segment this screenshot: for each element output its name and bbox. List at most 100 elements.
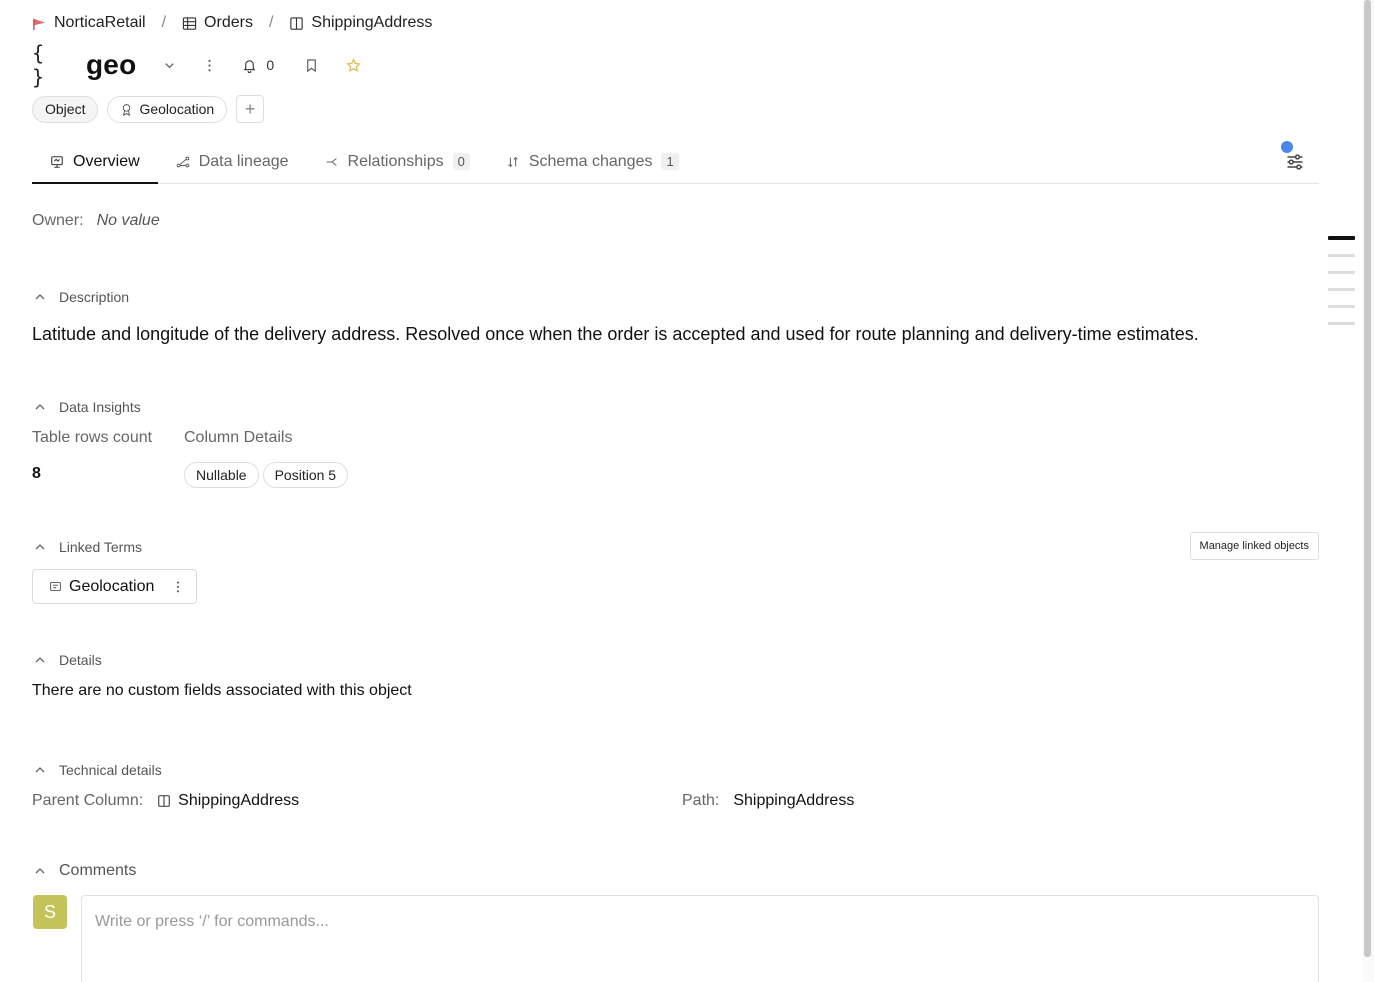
- object-type-tag[interactable]: Object: [32, 95, 99, 123]
- chevron-up-icon: [35, 767, 45, 773]
- position-pill: Position 5: [262, 462, 349, 488]
- details-section-header[interactable]: Details: [34, 652, 102, 668]
- parent-column-field: Parent Column: ShippingAddress: [32, 792, 299, 810]
- tab-label: Data lineage: [198, 152, 289, 170]
- description-section-header[interactable]: Description: [34, 289, 129, 305]
- scrollbar[interactable]: [1362, 0, 1374, 982]
- linked-term-card[interactable]: Geolocation: [32, 569, 197, 604]
- plus-icon: +: [244, 98, 256, 119]
- lineage-icon: [176, 156, 189, 167]
- description-text: Latitude and longitude of the delivery a…: [32, 324, 1199, 344]
- path-field: Path: ShippingAddress: [682, 792, 854, 810]
- section-navigator: [1328, 236, 1355, 339]
- scrollbar-thumb[interactable]: [1364, 0, 1371, 957]
- domain-tag[interactable]: Geolocation: [107, 95, 228, 123]
- breadcrumb-label: ShippingAddress: [311, 14, 433, 31]
- award-icon: [123, 103, 131, 116]
- no-custom-fields-text: There are no custom fields associated wi…: [32, 682, 412, 699]
- section-title: Comments: [59, 862, 137, 879]
- chevron-up-icon: [35, 294, 45, 300]
- tab-relationships[interactable]: Relationships 0: [307, 140, 488, 183]
- data-insights-section-header[interactable]: Data Insights: [34, 399, 141, 415]
- section-nav-item[interactable]: [1328, 305, 1355, 308]
- section-title: Details: [59, 652, 102, 668]
- section-nav-item[interactable]: [1328, 288, 1355, 291]
- section-title: Description: [59, 289, 130, 305]
- rows-count-value: 8: [32, 465, 41, 482]
- tab-schema-changes[interactable]: Schema changes 1: [488, 140, 697, 183]
- owner-label: Owner:: [32, 212, 84, 229]
- section-nav-item[interactable]: [1328, 271, 1355, 274]
- object-type-icon: { }: [32, 41, 45, 89]
- chevron-down-icon: [165, 62, 174, 68]
- parent-column-label: Parent Column:: [32, 792, 144, 809]
- chevron-up-icon: [35, 544, 45, 550]
- breadcrumb-separator: /: [161, 14, 167, 31]
- chevron-up-icon: [35, 657, 45, 663]
- parent-column-link[interactable]: ShippingAddress: [157, 792, 299, 810]
- avatar: S: [33, 895, 67, 929]
- tab-count-badge: 0: [452, 153, 470, 170]
- overview-icon: [51, 155, 63, 168]
- brand-flag-icon: [33, 18, 46, 30]
- breadcrumb-item-table[interactable]: Orders: [182, 14, 253, 32]
- bell-icon: [244, 59, 256, 73]
- breadcrumb-separator: /: [268, 14, 274, 31]
- notifications-button[interactable]: 0: [242, 51, 274, 79]
- comment-input[interactable]: Write or press ‘/’ for commands...: [81, 895, 1319, 982]
- parent-column-value: ShippingAddress: [178, 792, 300, 809]
- star-icon: [346, 57, 361, 72]
- add-tag-button[interactable]: +: [236, 95, 265, 123]
- section-title: Data Insights: [59, 399, 141, 415]
- owner-value[interactable]: No value: [97, 212, 160, 230]
- column-details-label: Column Details: [184, 429, 293, 446]
- technical-details-section-header[interactable]: Technical details: [34, 762, 162, 778]
- chevron-up-icon: [35, 404, 45, 410]
- comments-section-header[interactable]: Comments: [34, 862, 136, 880]
- owner-field: Owner: No value: [32, 212, 160, 230]
- breadcrumb-item-column[interactable]: ShippingAddress: [289, 14, 432, 32]
- chevron-up-icon: [35, 868, 45, 874]
- bookmark-icon: [306, 58, 316, 72]
- tab-count-badge: 1: [661, 153, 679, 170]
- column-icon: [158, 795, 170, 807]
- tab-label: Schema changes: [528, 152, 653, 170]
- linked-terms-section-header[interactable]: Linked Terms: [34, 539, 142, 555]
- domain-tag-label: Geolocation: [139, 101, 215, 117]
- path-label: Path:: [682, 792, 720, 809]
- glossary-term-icon: [50, 581, 61, 592]
- table-icon: [182, 16, 197, 30]
- title-row: { } geo 0: [32, 41, 362, 89]
- section-nav-item[interactable]: [1328, 322, 1355, 325]
- section-nav-item[interactable]: [1328, 254, 1355, 257]
- title-dropdown-button[interactable]: [160, 51, 178, 79]
- more-actions-button[interactable]: [200, 51, 218, 79]
- bookmark-button[interactable]: [302, 51, 320, 79]
- schema-changes-icon: [508, 156, 518, 167]
- breadcrumb-label: NorticaRetail: [54, 14, 146, 31]
- sliders-icon: [1287, 154, 1303, 170]
- section-title: Technical details: [59, 762, 162, 778]
- section-title: Linked Terms: [59, 539, 143, 555]
- linked-term-label: Geolocation: [69, 577, 155, 595]
- linked-term-menu-button[interactable]: [170, 578, 186, 596]
- tab-data-lineage[interactable]: Data lineage: [158, 140, 307, 183]
- tab-bar: Overview Data lineage Relationships 0 Sc…: [32, 140, 1319, 184]
- section-nav-item-overview[interactable]: [1328, 236, 1355, 240]
- rows-count-label: Table rows count: [32, 429, 153, 446]
- notifications-count: 0: [266, 57, 275, 73]
- breadcrumb-item-workspace[interactable]: NorticaRetail: [32, 14, 146, 32]
- path-value: ShippingAddress: [733, 792, 855, 809]
- vertical-dots-icon: [176, 581, 180, 592]
- vertical-dots-icon: [208, 59, 211, 71]
- customize-view-button[interactable]: [1285, 152, 1305, 172]
- column-icon: [290, 16, 304, 30]
- page-title: geo: [86, 49, 137, 80]
- nullable-pill: Nullable: [184, 462, 259, 488]
- favorite-button[interactable]: [344, 51, 362, 79]
- tab-overview[interactable]: Overview: [32, 140, 158, 184]
- tag-list: Object Geolocation +: [32, 95, 265, 123]
- breadcrumb-label: Orders: [204, 14, 253, 31]
- breadcrumb: NorticaRetail / Orders / ShippingAddress: [32, 12, 432, 34]
- manage-linked-objects-button[interactable]: Manage linked objects: [1189, 532, 1319, 560]
